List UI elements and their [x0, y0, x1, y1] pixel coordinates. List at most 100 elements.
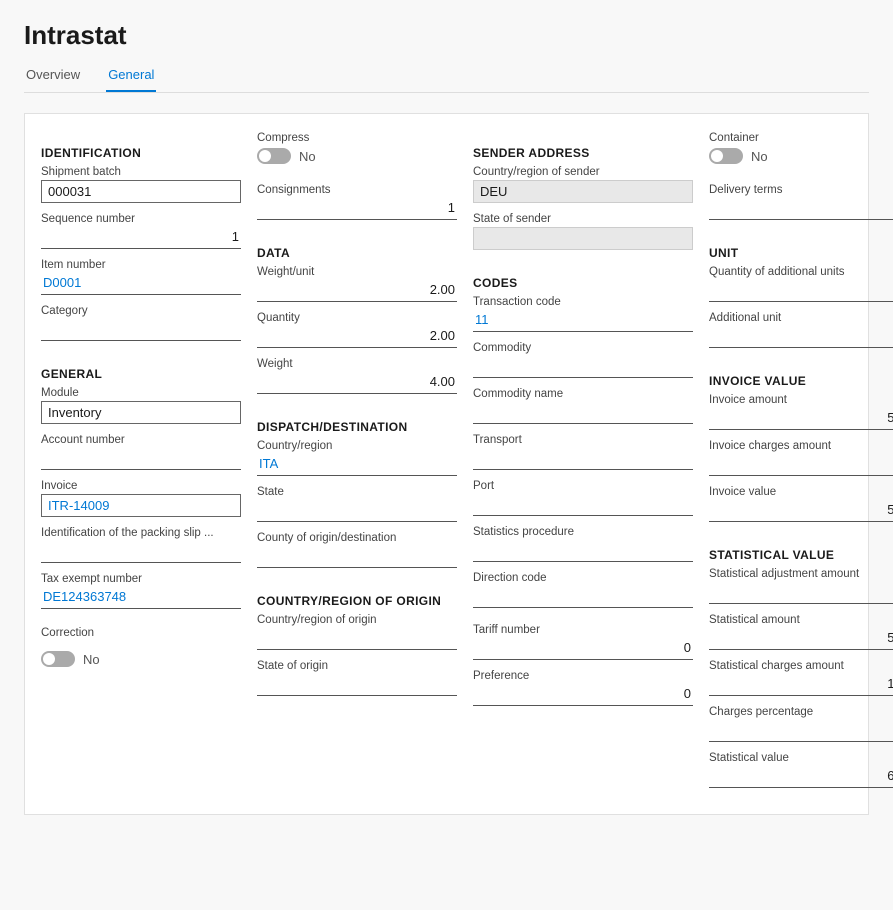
field-commodity: Commodity [473, 342, 693, 378]
column-values: Container No Delivery terms UNIT Quantit… [709, 130, 893, 798]
consignments-value: 1 [257, 198, 457, 220]
field-county-origin: County of origin/destination [257, 532, 457, 568]
county-origin-value[interactable] [257, 546, 457, 568]
field-tax-exempt: Tax exempt number DE124363748 [41, 573, 241, 609]
field-consignments: Consignments 1 [257, 184, 457, 220]
sequence-number-value: 1 [41, 227, 241, 249]
invoice-amount-value: 536.18 [709, 408, 893, 430]
tax-exempt-value[interactable]: DE124363748 [41, 587, 241, 609]
column-codes: SENDER ADDRESS Country/region of sender … [473, 130, 693, 798]
field-module: Module Inventory [41, 387, 241, 424]
statistical-amount-value: 536.18 [709, 628, 893, 650]
field-statistics-procedure: Statistics procedure [473, 526, 693, 562]
statistical-adjustment-value: 0.00 [709, 582, 893, 604]
compress-toggle-switch[interactable] [257, 148, 291, 164]
column-data: Compress No Consignments 1 DATA Weight/u… [257, 130, 457, 798]
field-statistical-adjustment: Statistical adjustment amount 0.00 [709, 568, 893, 604]
field-commodity-name: Commodity name [473, 388, 693, 424]
field-country-sender: Country/region of sender DEU [473, 166, 693, 203]
field-sequence-number: Sequence number 1 [41, 213, 241, 249]
country-region-origin-value[interactable] [257, 628, 457, 650]
field-weight: Weight 4.00 [257, 358, 457, 394]
field-invoice-amount: Invoice amount 536.18 [709, 394, 893, 430]
container-toggle-value: No [751, 149, 768, 164]
invoice-value[interactable]: ITR-14009 [41, 494, 241, 517]
field-container: Container No [709, 132, 893, 174]
field-country-region-origin: Country/region of origin [257, 614, 457, 650]
correction-toggle-row: Correction [41, 627, 241, 641]
field-delivery-terms: Delivery terms [709, 184, 893, 220]
weight-unit-value[interactable]: 2.00 [257, 280, 457, 302]
state-sender-value [473, 227, 693, 250]
shipment-batch-value[interactable]: 000031 [41, 180, 241, 203]
field-additional-unit: Additional unit [709, 312, 893, 348]
section-data: DATA [257, 246, 457, 260]
field-statistical-amount: Statistical amount 536.18 [709, 614, 893, 650]
compress-toggle-value: No [299, 149, 316, 164]
main-content: IDENTIFICATION Shipment batch 000031 Seq… [24, 113, 869, 815]
state-origin-value[interactable] [257, 674, 457, 696]
field-account-number: Account number [41, 434, 241, 470]
field-compress: Compress No [257, 132, 457, 174]
field-weight-unit: Weight/unit 2.00 [257, 266, 457, 302]
commodity-value[interactable] [473, 356, 693, 378]
field-transport: Transport [473, 434, 693, 470]
field-charges-percentage: Charges percentage 20.00 [709, 706, 893, 742]
field-packing-slip: Identification of the packing slip ... [41, 527, 241, 563]
item-number-value[interactable]: D0001 [41, 273, 241, 295]
section-unit: UNIT [709, 246, 893, 260]
packing-slip-value[interactable] [41, 541, 241, 563]
preference-value[interactable]: 0 [473, 684, 693, 706]
tab-general[interactable]: General [106, 61, 156, 92]
field-shipment-batch: Shipment batch 000031 [41, 166, 241, 203]
field-state-sender: State of sender [473, 213, 693, 250]
correction-toggle-value: No [83, 652, 100, 667]
field-invoice-charges: Invoice charges amount 0.00 [709, 440, 893, 476]
tariff-number-value[interactable]: 0 [473, 638, 693, 660]
page-title: Intrastat [24, 20, 869, 51]
weight-value[interactable]: 4.00 [257, 372, 457, 394]
field-direction-code: Direction code [473, 572, 693, 608]
field-state-origin: State of origin [257, 660, 457, 696]
account-number-value[interactable] [41, 448, 241, 470]
statistical-charges-value: 107.24 [709, 674, 893, 696]
state-value[interactable] [257, 500, 457, 522]
section-codes: CODES [473, 276, 693, 290]
compress-toggle[interactable]: No [257, 148, 457, 164]
invoice-charges-value: 0.00 [709, 454, 893, 476]
correction-toggle-switch[interactable] [41, 651, 75, 667]
field-invoice: Invoice ITR-14009 [41, 480, 241, 517]
field-item-number: Item number D0001 [41, 259, 241, 295]
section-country-origin: COUNTRY/REGION OF ORIGIN [257, 594, 457, 608]
field-preference: Preference 0 [473, 670, 693, 706]
field-country-region: Country/region ITA [257, 440, 457, 476]
category-value[interactable] [41, 319, 241, 341]
tab-bar: Overview General [24, 61, 869, 93]
section-general: GENERAL [41, 367, 241, 381]
container-toggle-switch[interactable] [709, 148, 743, 164]
transport-value[interactable] [473, 448, 693, 470]
correction-label: Correction [41, 627, 94, 639]
field-transaction-code: Transaction code 11 [473, 296, 693, 332]
commodity-name-value[interactable] [473, 402, 693, 424]
port-value[interactable] [473, 494, 693, 516]
field-category: Category [41, 305, 241, 341]
container-toggle[interactable]: No [709, 148, 893, 164]
section-invoice-value: INVOICE VALUE [709, 374, 893, 388]
section-identification: IDENTIFICATION [41, 146, 241, 160]
module-value[interactable]: Inventory [41, 401, 241, 424]
qty-additional-units-value[interactable]: 0.00 [709, 280, 893, 302]
charges-percentage-value: 20.00 [709, 720, 893, 742]
tab-overview[interactable]: Overview [24, 61, 82, 92]
correction-toggle[interactable]: No [41, 651, 241, 667]
statistics-procedure-value[interactable] [473, 540, 693, 562]
country-region-value[interactable]: ITA [257, 454, 457, 476]
field-port: Port [473, 480, 693, 516]
direction-code-value[interactable] [473, 586, 693, 608]
column-identification: IDENTIFICATION Shipment batch 000031 Seq… [41, 130, 241, 798]
delivery-terms-value[interactable] [709, 198, 893, 220]
transaction-code-value[interactable]: 11 [473, 310, 693, 332]
additional-unit-value[interactable] [709, 326, 893, 348]
field-statistical-value: Statistical value 643.42 [709, 752, 893, 788]
quantity-value[interactable]: 2.00 [257, 326, 457, 348]
